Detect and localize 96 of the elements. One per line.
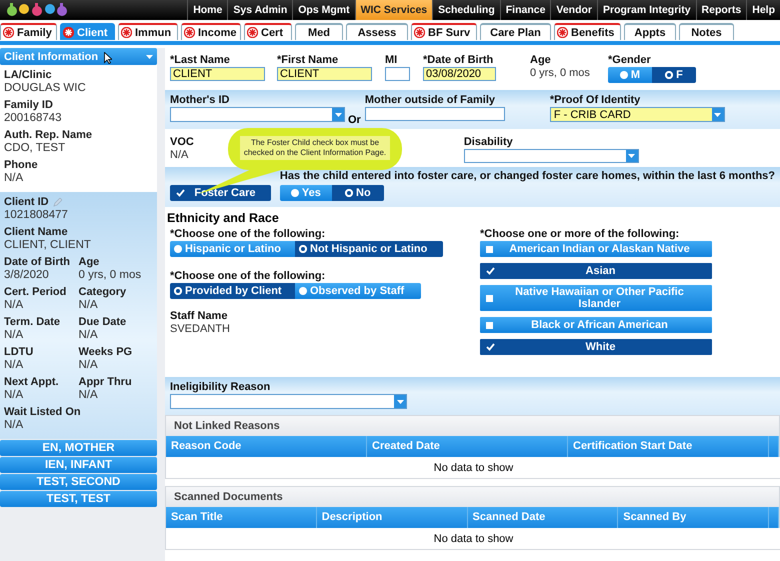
caret-icon [334,112,342,116]
field-value: N/A [78,299,99,311]
field-label: *Gender [608,54,652,67]
prompt-label: *Choose one or more of the following: [480,228,680,241]
panel-header: Not Linked Reasons [166,416,779,436]
text-field[interactable] [385,67,410,81]
field-label: Client ID [4,196,49,209]
empty-message: No data to show [434,532,514,544]
field-label: VOC [170,136,194,149]
field-value: N/A [78,359,99,371]
field-value: 1021808477 [4,209,68,221]
radio-option[interactable]: Provided by Client [170,283,295,299]
radio-option[interactable]: No [332,185,384,201]
required-icon [121,27,132,38]
dropdown-field[interactable] [170,394,407,409]
field-label: *Proof Of Identity [550,94,642,107]
field-label: *Last Name [170,54,231,67]
check-icon [486,267,495,275]
field-value: 200168743 [4,112,63,124]
caret-icon [396,400,404,404]
field-label: Mother outside of Family [364,94,496,107]
text-field[interactable]: CLIENT [277,67,372,81]
field-value: N/A [4,329,24,341]
required-icon [3,27,14,38]
race-checkbox[interactable]: Native Hawaiian or Other Pacific Islander [480,285,712,311]
text-field[interactable]: CLIENT [170,67,265,81]
check-icon [486,343,495,351]
field-label: Auth. Rep. Name [4,129,94,142]
field-value: N/A [4,299,24,311]
field-value: CLIENT, CLIENT [4,239,91,251]
required-icon [557,27,568,38]
field-value: CDO, TEST [4,142,66,154]
field-label: Disability [464,136,514,149]
field-label: Date of Birth [4,256,70,269]
field-label: Age [530,54,552,67]
checkbox-icon [486,246,493,252]
field-value: N/A [4,359,24,371]
caret-icon [146,54,153,58]
field-label: LA/Clinic [4,69,53,82]
empty-message: No data to show [434,462,514,474]
field-value: 3/8/2020 [4,269,50,281]
field-label: *First Name [277,54,340,67]
field-label: Staff Name [170,310,228,323]
field-label: Due Date [78,316,126,329]
field-label: Family ID [4,99,54,112]
required-icon [63,27,74,38]
field-label: MI [385,54,398,67]
text-field[interactable]: 03/08/2020 [423,67,496,81]
field-value: N/A [4,419,24,431]
field-label: Next Appt. [4,376,59,389]
field-value: DOUGLAS WIC [4,82,87,94]
required-icon [184,27,195,38]
field-label: LDTU [4,346,34,359]
panel-header: Scanned Documents [166,487,779,507]
radio-option[interactable]: Not Hispanic or Latino [295,241,443,257]
field-label: Category [78,286,126,299]
field-label: Ineligibility Reason [170,381,272,394]
field-label: Weeks PG [78,346,132,359]
required-icon [414,27,425,38]
dropdown-field[interactable]: F - CRIB CARD [550,107,725,122]
field-value: SVEDANTH [170,323,231,336]
required-icon [247,27,258,38]
checkbox-icon [486,294,493,302]
field-label: *Date of Birth [423,54,494,67]
field-label: Phone [4,159,39,172]
field-value: N/A [78,329,99,341]
field-value: N/A [4,172,24,184]
field-value: 0 yrs, 0 mos [530,67,591,80]
prompt-label: *Choose one of the following: [170,228,326,241]
checkbox-icon [486,322,493,328]
field-value: 0 yrs, 0 mos [78,269,142,281]
race-checkbox[interactable]: Asian [480,263,712,279]
foster-care-checkbox[interactable]: Foster Care [170,185,271,201]
section-title: Ethnicity and Race [167,211,280,225]
field-value: N/A [170,149,190,162]
field-label: Term. Date [4,316,60,329]
field-label: Mother's ID [170,94,230,107]
or-label: Or [348,114,361,126]
field-value: N/A [4,389,24,401]
field-label: Wait Listed On [4,406,81,419]
field-label: Appr Thru [78,376,132,389]
caret-icon [714,112,722,116]
prompt-label: *Choose one of the following: [170,270,326,283]
dropdown-field[interactable] [464,149,639,163]
text-field[interactable] [364,107,505,121]
radio-option[interactable]: F [652,67,696,83]
field-label: Cert. Period [4,286,66,299]
dropdown-field[interactable] [170,107,345,122]
field-label: Client Name [4,226,68,239]
caret-icon [628,154,636,158]
question-label: Has the child entered into foster care, or changed foster care homes, within the last 6 months? [280,170,775,183]
check-icon [176,189,185,197]
race-checkbox[interactable]: White [480,339,712,355]
field-label: Age [78,256,100,269]
field-value: N/A [78,389,99,401]
menu-item[interactable]: WIC Services [354,0,432,20]
